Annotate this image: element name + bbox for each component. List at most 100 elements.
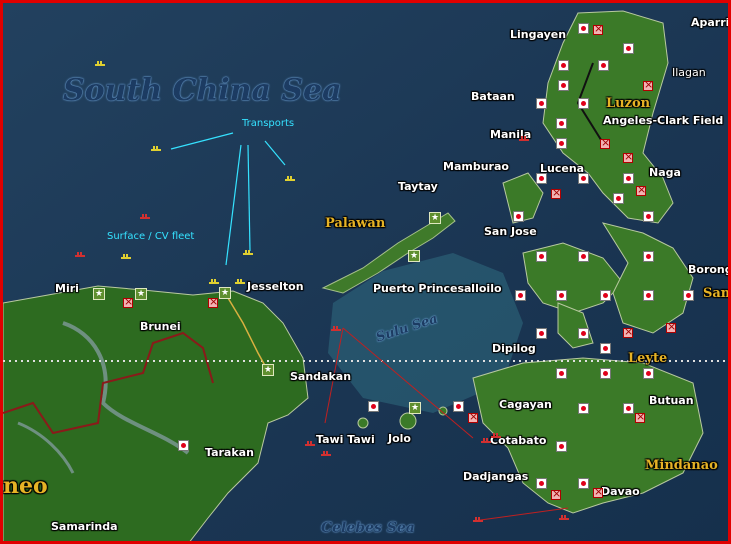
airbase-icon[interactable] <box>468 410 478 423</box>
japanese-unit-marker-icon[interactable] <box>598 60 609 71</box>
transport-icon[interactable] <box>95 61 105 67</box>
city-miri[interactable]: Miri <box>55 282 79 295</box>
city-borongan[interactable]: Borongan <box>688 263 728 276</box>
japanese-unit-marker-icon[interactable] <box>368 401 379 412</box>
ship-icon[interactable] <box>321 451 331 457</box>
allied-hq-star-icon[interactable]: ★ <box>429 212 441 224</box>
city-samarinda[interactable]: Samarinda <box>51 520 118 533</box>
city-jolo[interactable]: Jolo <box>388 432 411 445</box>
allied-hq-star-icon[interactable]: ★ <box>262 364 274 376</box>
city-sandakan[interactable]: Sandakan <box>290 370 351 383</box>
airbase-icon[interactable] <box>623 150 633 163</box>
ship-icon[interactable] <box>473 517 483 523</box>
city-bataan[interactable]: Bataan <box>471 90 515 103</box>
airbase-icon[interactable] <box>636 183 646 196</box>
city-tarakan[interactable]: Tarakan <box>205 446 254 459</box>
japanese-unit-marker-icon[interactable] <box>578 328 589 339</box>
airbase-icon[interactable] <box>208 295 218 308</box>
japanese-unit-marker-icon[interactable] <box>556 368 567 379</box>
japanese-unit-marker-icon[interactable] <box>578 403 589 414</box>
japanese-unit-marker-icon[interactable] <box>643 368 654 379</box>
japanese-unit-marker-icon[interactable] <box>453 401 464 412</box>
japanese-unit-marker-icon[interactable] <box>556 138 567 149</box>
city-mamburao[interactable]: Mamburao <box>443 160 509 173</box>
japanese-unit-marker-icon[interactable] <box>623 43 634 54</box>
game-map[interactable]: South China Sea Sulu Sea Celebes Sea Luz… <box>0 0 731 544</box>
japanese-unit-marker-icon[interactable] <box>643 290 654 301</box>
city-aparri[interactable]: Aparri <box>691 16 728 29</box>
ship-icon[interactable] <box>75 252 85 258</box>
city-butuan[interactable]: Butuan <box>649 394 694 407</box>
airbase-icon[interactable] <box>593 22 603 35</box>
city-ilagan[interactable]: Ilagan <box>672 66 706 79</box>
japanese-unit-marker-icon[interactable] <box>536 328 547 339</box>
airbase-icon[interactable] <box>623 325 633 338</box>
japanese-unit-marker-icon[interactable] <box>536 173 547 184</box>
japanese-unit-marker-icon[interactable] <box>536 251 547 262</box>
transport-icon[interactable] <box>235 279 245 285</box>
airbase-icon[interactable] <box>551 186 561 199</box>
japanese-unit-marker-icon[interactable] <box>578 173 589 184</box>
airbase-icon[interactable] <box>666 320 676 333</box>
city-cagayan[interactable]: Cagayan <box>499 398 552 411</box>
japanese-unit-marker-icon[interactable] <box>600 368 611 379</box>
city-brunei[interactable]: Brunei <box>140 320 181 333</box>
ship-icon[interactable] <box>331 326 341 332</box>
city-puerto-princesa[interactable]: Puerto Princesa <box>373 282 471 295</box>
airbase-icon[interactable] <box>123 295 133 308</box>
japanese-unit-marker-icon[interactable] <box>515 290 526 301</box>
ship-icon[interactable] <box>140 214 150 220</box>
ship-icon[interactable] <box>481 438 491 444</box>
ship-icon[interactable] <box>305 441 315 447</box>
ship-icon[interactable] <box>559 515 569 521</box>
airbase-icon[interactable] <box>635 410 645 423</box>
transport-icon[interactable] <box>243 250 253 256</box>
airbase-icon[interactable] <box>551 487 561 500</box>
city-tawi-tawi[interactable]: Tawi Tawi <box>316 433 375 446</box>
japanese-unit-marker-icon[interactable] <box>513 211 524 222</box>
japanese-unit-marker-icon[interactable] <box>556 118 567 129</box>
transport-icon[interactable] <box>121 254 131 260</box>
japanese-unit-marker-icon[interactable] <box>578 98 589 109</box>
japanese-unit-marker-icon[interactable] <box>558 60 569 71</box>
japanese-unit-marker-icon[interactable] <box>600 343 611 354</box>
city-taytay[interactable]: Taytay <box>398 180 438 193</box>
city-davao[interactable]: Davao <box>601 485 640 498</box>
city-iloilo[interactable]: Iloilo <box>471 282 502 295</box>
japanese-unit-marker-icon[interactable] <box>556 441 567 452</box>
transport-icon[interactable] <box>285 176 295 182</box>
japanese-unit-marker-icon[interactable] <box>643 211 654 222</box>
japanese-unit-marker-icon[interactable] <box>600 290 611 301</box>
ship-icon[interactable] <box>491 433 501 439</box>
city-angeles[interactable]: Angeles-Clark Field <box>603 114 723 127</box>
allied-hq-star-icon[interactable]: ★ <box>409 402 421 414</box>
japanese-unit-marker-icon[interactable] <box>578 478 589 489</box>
japanese-unit-marker-icon[interactable] <box>558 80 569 91</box>
city-naga[interactable]: Naga <box>649 166 681 179</box>
japanese-unit-marker-icon[interactable] <box>578 23 589 34</box>
japanese-unit-marker-icon[interactable] <box>623 403 634 414</box>
city-dadjangas[interactable]: Dadjangas <box>463 470 528 483</box>
airbase-icon[interactable] <box>643 78 653 91</box>
transport-icon[interactable] <box>209 279 219 285</box>
japanese-unit-marker-icon[interactable] <box>578 251 589 262</box>
ship-icon[interactable] <box>519 136 529 142</box>
allied-hq-star-icon[interactable]: ★ <box>408 250 420 262</box>
japanese-unit-marker-icon[interactable] <box>623 173 634 184</box>
japanese-unit-marker-icon[interactable] <box>556 290 567 301</box>
city-lingayen[interactable]: Lingayen <box>510 28 566 41</box>
airbase-icon[interactable] <box>600 136 610 149</box>
japanese-unit-marker-icon[interactable] <box>683 290 694 301</box>
airbase-icon[interactable] <box>593 485 603 498</box>
japanese-unit-marker-icon[interactable] <box>178 440 189 451</box>
city-dipilog[interactable]: Dipilog <box>492 342 536 355</box>
city-jesselton[interactable]: Jesselton <box>247 280 304 293</box>
japanese-unit-marker-icon[interactable] <box>643 251 654 262</box>
allied-hq-star-icon[interactable]: ★ <box>219 287 231 299</box>
city-san-jose[interactable]: San Jose <box>484 225 537 238</box>
japanese-unit-marker-icon[interactable] <box>536 478 547 489</box>
transport-icon[interactable] <box>151 146 161 152</box>
japanese-unit-marker-icon[interactable] <box>613 193 624 204</box>
allied-hq-star-icon[interactable]: ★ <box>93 288 105 300</box>
allied-hq-star-icon[interactable]: ★ <box>135 288 147 300</box>
